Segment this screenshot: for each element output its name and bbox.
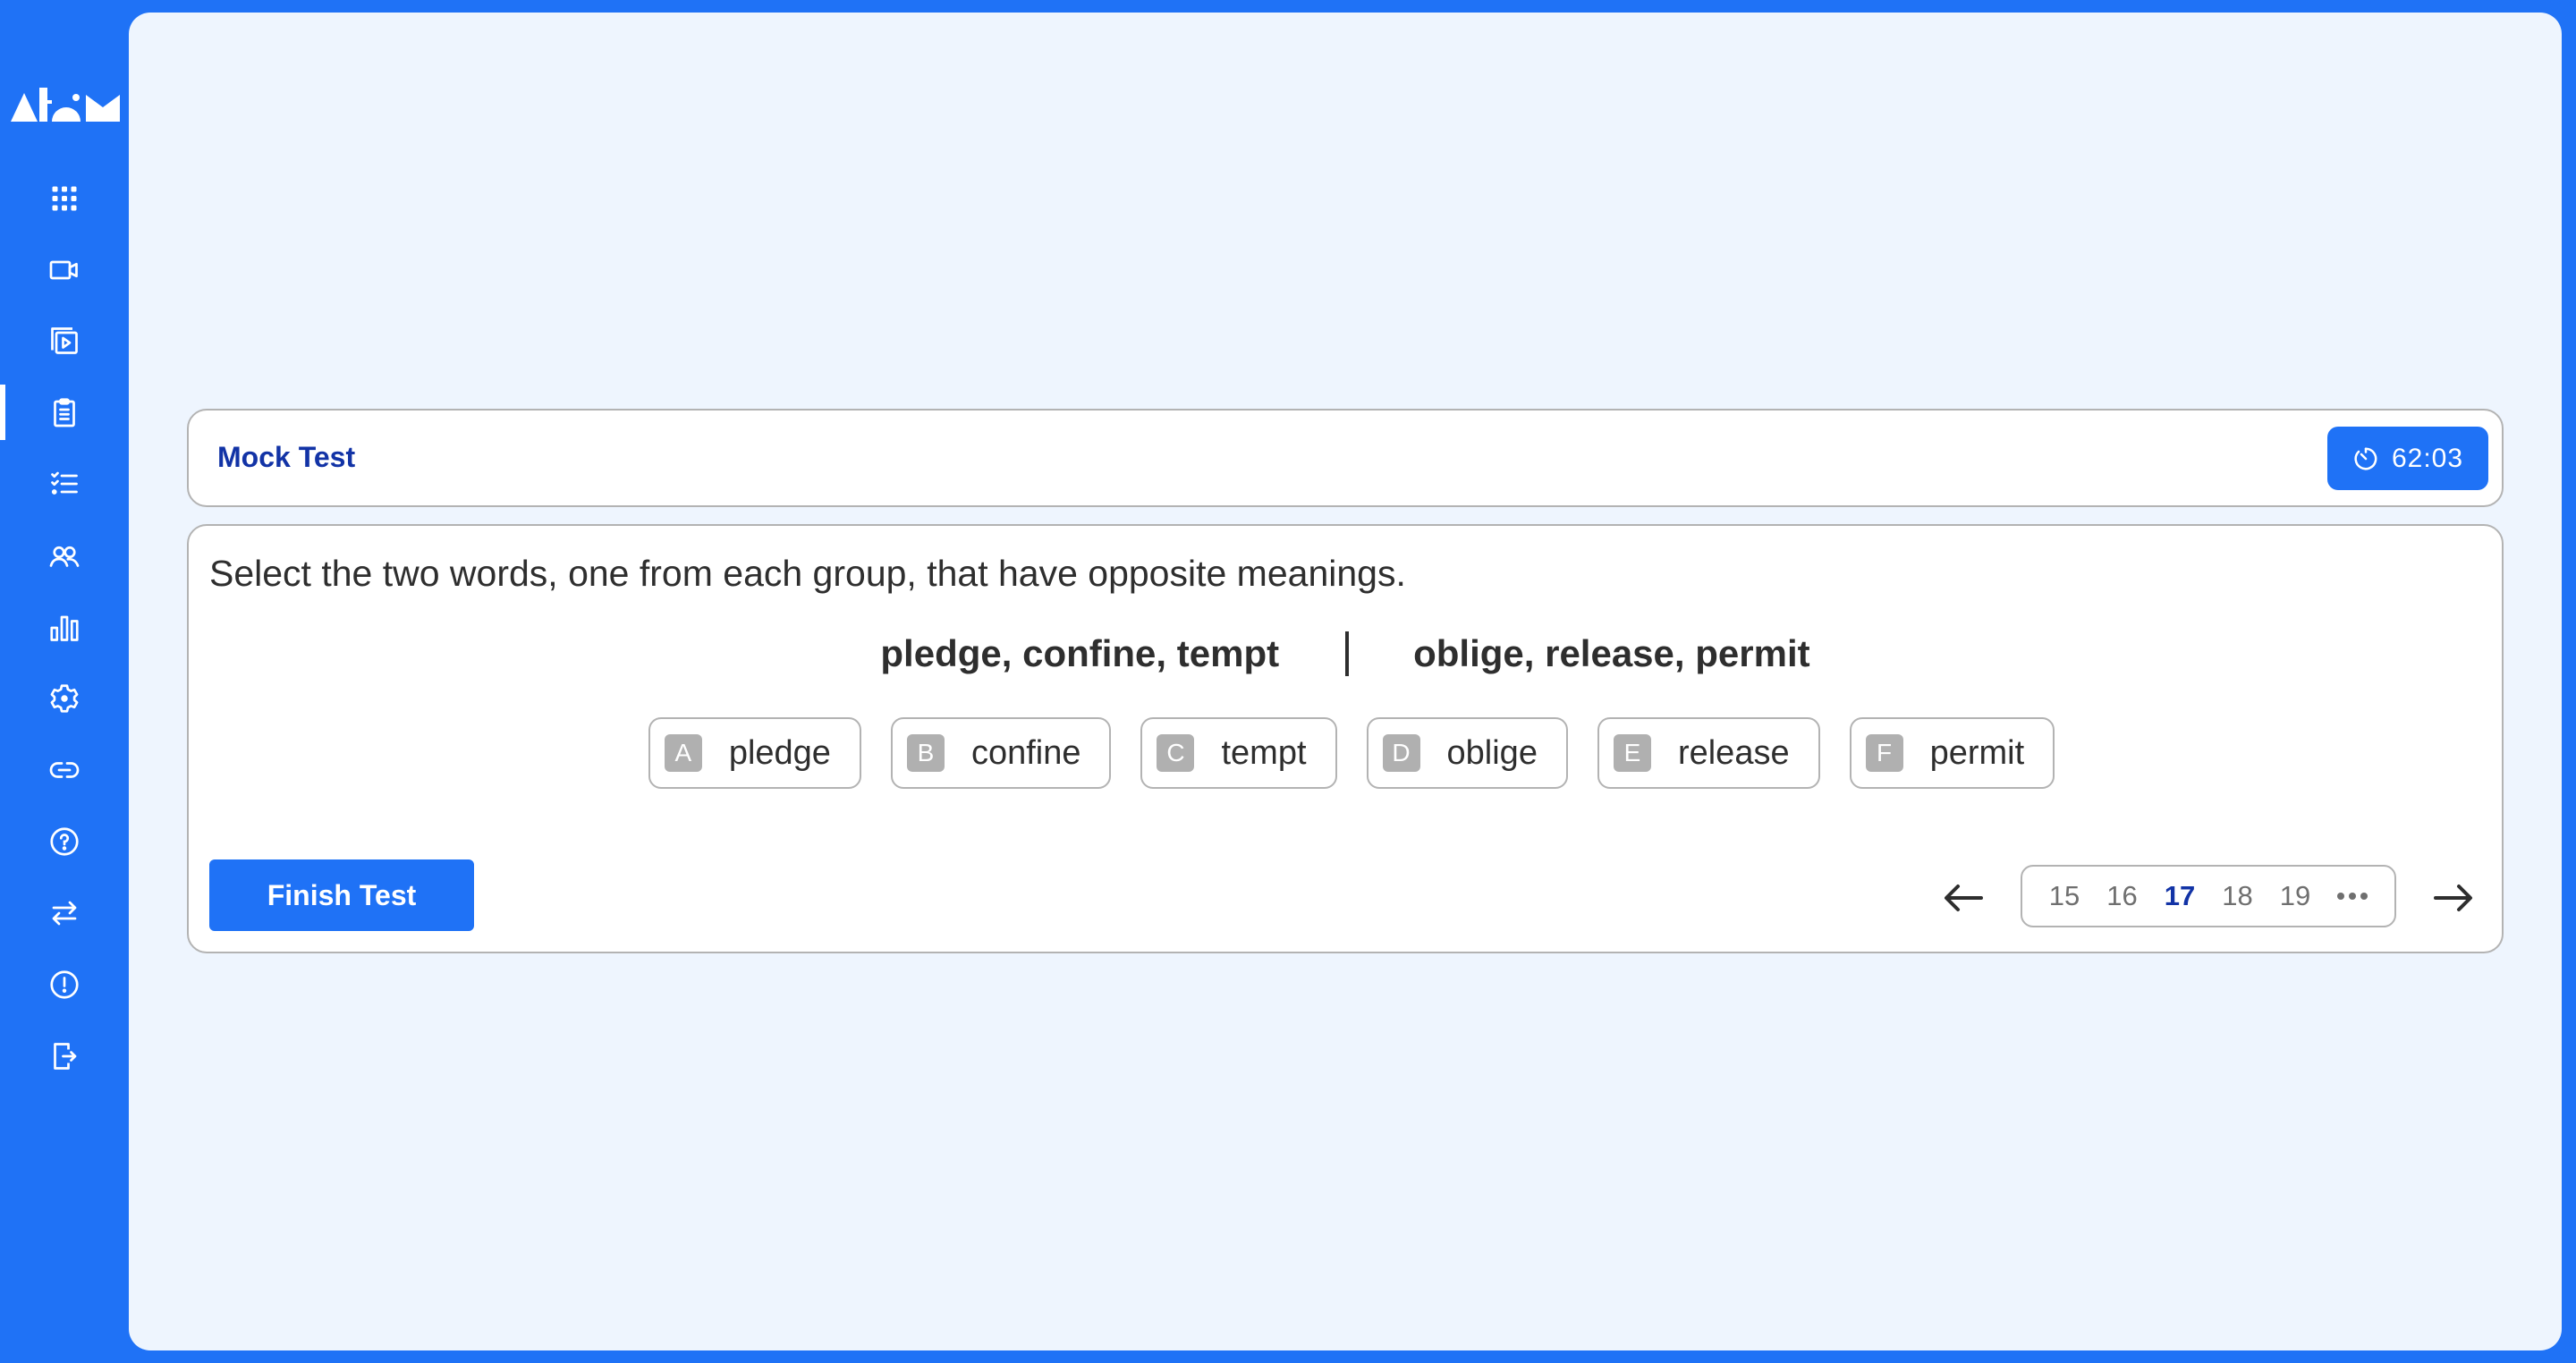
question-prompt: Select the two words, one from each grou… [209,553,1406,594]
option-f[interactable]: F permit [1849,717,2055,789]
option-word: tempt [1221,733,1307,772]
sidebar-item-switch[interactable] [0,885,129,941]
video-library-icon [51,327,78,354]
word-group-left: pledge, confine, tempt [880,632,1280,674]
word-group-right: oblige, release, permit [1413,632,1810,674]
page-18[interactable]: 18 [2222,880,2252,912]
bar-chart-icon [50,615,79,641]
answer-options: A pledge B confine C tempt D oblige E re… [189,717,2502,789]
word-groups: pledge, confine, tempt oblige, release, … [189,631,2502,676]
gear-icon [50,684,79,713]
previous-question-button[interactable] [1942,880,1985,916]
page-17-current[interactable]: 17 [2165,880,2195,912]
sidebar-item-dashboard[interactable] [0,171,129,226]
sidebar-item-settings[interactable] [0,671,129,726]
help-icon [50,827,79,856]
option-letter-badge: E [1613,734,1651,772]
option-letter-badge: C [1157,734,1195,772]
finish-test-button[interactable]: Finish Test [209,859,474,931]
sidebar-item-live-classes[interactable] [0,242,129,298]
group-divider [1345,631,1350,676]
question-pagination: 15 16 17 18 19 [2021,865,2396,927]
sidebar-item-analytics[interactable] [0,600,129,656]
logout-icon [54,1043,77,1070]
main-panel: Mock Test 62:03 Select the two words, on… [129,13,2562,1350]
option-letter-badge: A [664,734,702,772]
arrow-right-icon [2434,885,2472,911]
page-19[interactable]: 19 [2280,880,2310,912]
active-indicator [0,385,5,440]
sidebar-item-links[interactable] [0,742,129,798]
option-e[interactable]: E release [1597,717,1820,789]
option-a[interactable]: A pledge [648,717,861,789]
video-camera-icon [49,260,78,280]
option-letter-badge: D [1382,734,1420,772]
page-title: Mock Test [217,441,356,473]
arrow-left-icon [1945,885,1983,911]
link-icon [49,762,80,778]
sidebar-item-recorded-videos[interactable] [0,313,129,368]
timer-value: 62:03 [2391,443,2464,473]
sidebar-item-tests[interactable] [0,385,129,440]
alert-icon [50,970,79,999]
sidebar [0,0,129,1363]
users-icon [49,546,80,567]
more-pages-ellipsis-icon[interactable] [2337,893,2368,900]
timer-badge: 62:03 [2327,427,2488,490]
option-word: oblige [1446,733,1538,772]
option-word: release [1677,733,1790,772]
option-c[interactable]: C tempt [1140,717,1337,789]
sidebar-item-help[interactable] [0,814,129,869]
atom-logo[interactable] [11,88,120,122]
test-header-card: Mock Test 62:03 [187,409,2504,507]
page-15[interactable]: 15 [2049,880,2080,912]
sidebar-item-community[interactable] [0,529,129,584]
sidebar-item-logout[interactable] [0,1029,129,1084]
option-letter-badge: F [1865,734,1903,772]
sidebar-item-practice[interactable] [0,456,129,512]
option-word: confine [970,733,1081,772]
clipboard-icon [54,398,75,428]
option-letter-badge: B [906,734,945,772]
swap-arrows-icon [52,901,77,926]
question-card: Select the two words, one from each grou… [187,524,2504,953]
option-word: pledge [728,733,831,772]
checklist-icon [51,471,78,495]
option-b[interactable]: B confine [890,717,1112,789]
sidebar-item-report[interactable] [0,957,129,1012]
apps-grid-icon [52,186,77,211]
next-question-button[interactable] [2432,880,2475,916]
stopwatch-icon [2354,447,2377,470]
page-16[interactable]: 16 [2106,880,2137,912]
option-word: permit [1929,733,2025,772]
option-d[interactable]: D oblige [1366,717,1568,789]
